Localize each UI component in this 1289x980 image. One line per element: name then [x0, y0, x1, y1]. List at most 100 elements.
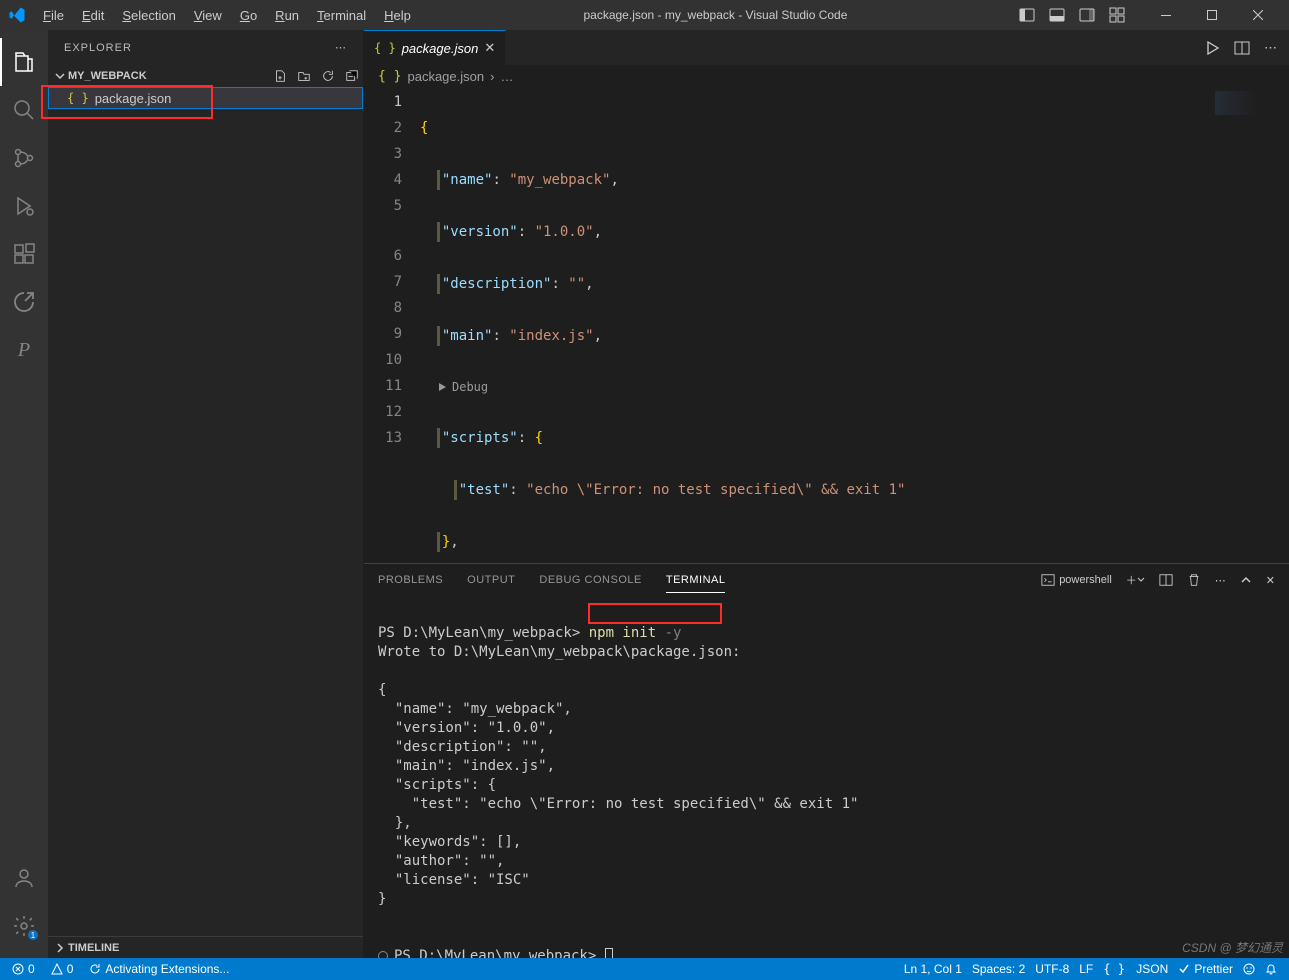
- tab-terminal[interactable]: TERMINAL: [666, 568, 726, 593]
- title-bar: FFileile Edit Selection View Go Run Term…: [0, 0, 1289, 30]
- layout-customize-icon[interactable]: [1103, 1, 1131, 29]
- menu-view[interactable]: View: [187, 0, 229, 30]
- tab-close-icon[interactable]: ✕: [484, 40, 495, 56]
- watermark-text: CSDN @ 梦幻通灵: [1182, 939, 1283, 956]
- new-folder-icon[interactable]: [297, 69, 311, 83]
- menu-terminal[interactable]: Terminal: [310, 0, 373, 30]
- run-debug-icon[interactable]: [0, 182, 48, 230]
- minimap[interactable]: [1215, 91, 1275, 115]
- project-section[interactable]: MY_WEBPACK: [48, 65, 363, 87]
- new-file-icon[interactable]: [273, 69, 287, 83]
- prettier-p-icon[interactable]: P: [0, 326, 48, 374]
- terminal-prompt: PS D:\MyLean\my_webpack>: [394, 948, 605, 958]
- menu-go[interactable]: Go: [233, 0, 264, 30]
- new-terminal-icon[interactable]: ＋: [1126, 572, 1145, 588]
- remote-icon[interactable]: [0, 278, 48, 326]
- sidebar-header: EXPLORER ⋯: [48, 30, 363, 65]
- status-warnings[interactable]: 0: [47, 958, 78, 980]
- explorer-more-icon[interactable]: ⋯: [335, 41, 347, 54]
- breadcrumb-ell: …: [500, 69, 513, 84]
- tab-problems[interactable]: PROBLEMS: [378, 568, 443, 592]
- settings-gear-icon[interactable]: 1: [0, 902, 48, 950]
- status-activating[interactable]: Activating Extensions...: [85, 958, 233, 980]
- breadcrumb[interactable]: { } package.json › …: [364, 65, 1289, 87]
- collapse-all-icon[interactable]: [345, 69, 359, 83]
- status-spaces[interactable]: Spaces: 2: [968, 958, 1029, 980]
- task-idle-icon: [378, 951, 388, 958]
- accounts-icon[interactable]: [0, 854, 48, 902]
- layout-right-icon[interactable]: [1073, 1, 1101, 29]
- terminal-shell-select[interactable]: powershell: [1041, 573, 1112, 587]
- terminal-content[interactable]: PS D:\MyLean\my_webpack> npm init -y Wro…: [364, 597, 1289, 958]
- line-gutter: 1 2 3 4 5 6 7 8 9 10 11 12 13: [364, 87, 420, 563]
- terminal-output-line: Wrote to D:\MyLean\my_webpack\package.js…: [378, 644, 740, 660]
- search-icon[interactable]: [0, 86, 48, 134]
- annotation-box: [588, 603, 722, 624]
- terminal-output-body: { "name": "my_webpack", "version": "1.0.…: [378, 682, 858, 907]
- run-icon[interactable]: [1204, 40, 1220, 56]
- status-bell-icon[interactable]: [1261, 958, 1281, 980]
- layout-bottom-icon[interactable]: [1043, 1, 1071, 29]
- menu-file[interactable]: FFileile: [36, 0, 71, 30]
- main-area: P 1 EXPLORER ⋯ MY_WEBPACK { } package.js…: [0, 30, 1289, 958]
- json-file-icon: { }: [378, 69, 401, 84]
- chevron-up-icon[interactable]: [1240, 574, 1252, 586]
- timeline-label: TIMELINE: [68, 942, 119, 954]
- bottom-panel: PROBLEMS OUTPUT DEBUG CONSOLE TERMINAL p…: [364, 563, 1289, 958]
- json-file-icon: { }: [374, 41, 396, 55]
- menu-run[interactable]: Run: [268, 0, 306, 30]
- source-control-icon[interactable]: [0, 134, 48, 182]
- terminal-cmd: npm init: [589, 625, 656, 641]
- chevron-right-icon: [54, 942, 66, 954]
- status-feedback-icon[interactable]: [1239, 958, 1259, 980]
- editor-area: { } package.json ✕ ⋯ { } package.json › …: [364, 30, 1289, 958]
- timeline-section[interactable]: TIMELINE: [48, 936, 363, 958]
- status-errors[interactable]: 0: [8, 958, 39, 980]
- code-content[interactable]: { "name": "my_webpack", "version": "1.0.…: [420, 87, 905, 563]
- breadcrumb-file: package.json: [407, 69, 484, 84]
- vscode-logo-icon: [8, 6, 26, 24]
- editor-more-icon[interactable]: ⋯: [1264, 40, 1277, 56]
- status-bar: 0 0 Activating Extensions... Ln 1, Col 1…: [0, 958, 1289, 980]
- explorer-icon[interactable]: [0, 38, 48, 86]
- explorer-title: EXPLORER: [64, 42, 132, 54]
- split-terminal-icon[interactable]: [1159, 573, 1173, 587]
- status-lncol[interactable]: Ln 1, Col 1: [900, 958, 966, 980]
- menu-edit[interactable]: Edit: [75, 0, 111, 30]
- sidebar: EXPLORER ⋯ MY_WEBPACK { } package.json T…: [48, 30, 364, 958]
- panel-tabs: PROBLEMS OUTPUT DEBUG CONSOLE TERMINAL p…: [364, 564, 1289, 597]
- file-tree-item[interactable]: { } package.json: [48, 87, 363, 109]
- layout-left-icon[interactable]: [1013, 1, 1041, 29]
- status-language[interactable]: { } JSON: [1099, 958, 1172, 980]
- refresh-icon[interactable]: [321, 69, 335, 83]
- activity-bar: P 1: [0, 30, 48, 958]
- status-prettier[interactable]: Prettier: [1174, 958, 1237, 980]
- tabs-row: { } package.json ✕ ⋯: [364, 30, 1289, 65]
- extensions-icon[interactable]: [0, 230, 48, 278]
- menu-help[interactable]: Help: [377, 0, 418, 30]
- code-area[interactable]: 1 2 3 4 5 6 7 8 9 10 11 12 13 { "name": …: [364, 87, 1289, 563]
- tab-label: package.json: [402, 41, 479, 56]
- panel-close-icon[interactable]: ✕: [1266, 574, 1275, 587]
- tab-debug-console[interactable]: DEBUG CONSOLE: [539, 568, 641, 592]
- split-editor-icon[interactable]: [1234, 40, 1250, 56]
- file-name: package.json: [95, 91, 172, 106]
- trash-icon[interactable]: [1187, 573, 1201, 587]
- tab-output[interactable]: OUTPUT: [467, 568, 515, 592]
- cursor-icon: [605, 948, 613, 958]
- close-button[interactable]: [1235, 0, 1281, 30]
- minimize-button[interactable]: [1143, 0, 1189, 30]
- status-eol[interactable]: LF: [1075, 958, 1097, 980]
- terminal-prompt: PS D:\MyLean\my_webpack>: [378, 624, 589, 643]
- menu-selection[interactable]: Selection: [115, 0, 182, 30]
- breadcrumb-sep: ›: [490, 69, 494, 84]
- json-file-icon: { }: [67, 91, 89, 105]
- project-name: MY_WEBPACK: [68, 70, 147, 82]
- debug-codelens[interactable]: Debug: [420, 375, 905, 399]
- maximize-button[interactable]: [1189, 0, 1235, 30]
- panel-more-icon[interactable]: ⋯: [1215, 574, 1226, 587]
- chevron-down-icon: [54, 70, 66, 82]
- editor-tab[interactable]: { } package.json ✕: [364, 30, 506, 65]
- status-encoding[interactable]: UTF-8: [1031, 958, 1073, 980]
- window-title: package.json - my_webpack - Visual Studi…: [422, 8, 1009, 22]
